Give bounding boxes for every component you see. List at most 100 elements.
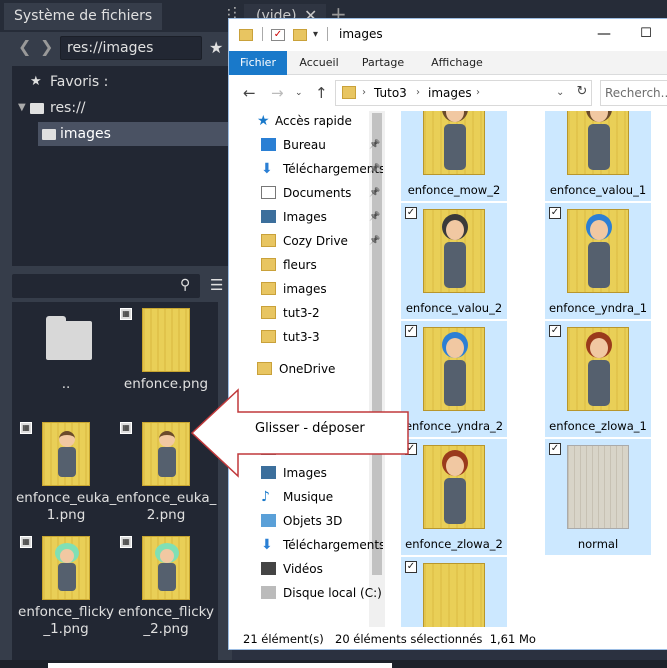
file-item-survol[interactable]: ✓survol (401, 557, 507, 627)
selection-checkbox[interactable]: ✓ (549, 443, 561, 455)
file-item-enfonce-yndra-1[interactable]: ✓ enfonce_yndra_1 (545, 203, 651, 319)
nav-item-onedrive[interactable]: OneDrive (239, 357, 379, 381)
nav-item-label: Vidéos (283, 562, 323, 576)
new-folder-icon[interactable] (293, 29, 307, 41)
character-sprite (55, 429, 79, 481)
nav-item-bureau[interactable]: Bureau 📌 (243, 133, 383, 157)
nav-item-images[interactable]: Images 📌 (243, 205, 383, 229)
folder-icon (239, 29, 253, 41)
file-label: enfonce_euka_ 1.png (16, 490, 117, 523)
file-label: normal (577, 537, 619, 551)
nav-item-tut3-2[interactable]: tut3-2 (243, 301, 383, 325)
file-item-normal[interactable]: ✓ normal (545, 439, 651, 555)
list-view-icon[interactable]: ☰ (210, 276, 223, 294)
up-arrow-icon[interactable]: ↑ (315, 84, 328, 102)
recent-dropdown-icon[interactable]: ⌄ (295, 88, 303, 98)
file-item-enfonce-euka-1[interactable]: ▦ enfonce_euka_ 1.png (16, 416, 116, 528)
chevron-right-icon: › (362, 87, 366, 98)
file-item-enfonce-zlowa-2[interactable]: ✓ enfonce_zlowa_2 (401, 439, 507, 555)
nav-item-images[interactable]: images (243, 277, 383, 301)
folder-icon (261, 258, 276, 271)
image-file-icon: ▦ (20, 422, 32, 434)
file-item-enfonce-valou-1[interactable]: enfonce_valou_1 (545, 111, 651, 201)
tree-item-res-root[interactable]: ▼ res:// (12, 96, 232, 120)
nav-item-tut3-3[interactable]: tut3-3 (243, 325, 383, 349)
quick-access-dropdown-icon[interactable]: ▾ (313, 29, 318, 40)
tab-affichage[interactable]: Affichage (421, 51, 493, 75)
forward-arrow-icon[interactable]: → (271, 84, 284, 102)
selection-checkbox[interactable]: ✓ (549, 207, 561, 219)
character-sprite (582, 332, 616, 408)
selection-checkbox[interactable]: ✓ (405, 207, 417, 219)
image-file-icon: ▦ (120, 308, 132, 320)
file-label: enfonce_mow_2 (407, 183, 501, 197)
thumbnail (567, 327, 629, 411)
filter-input[interactable] (12, 274, 200, 298)
document-icon (261, 186, 276, 199)
properties-icon[interactable]: ✓ (271, 29, 285, 41)
tab-partage[interactable]: Partage (353, 51, 413, 75)
file-item-enfonce-flicky-2[interactable]: ▦ enfonce_flicky _2.png (116, 530, 216, 642)
back-arrow-icon[interactable]: ← (243, 84, 256, 102)
refresh-icon[interactable]: ↻ (572, 80, 592, 106)
nav-item-label: OneDrive (279, 362, 336, 376)
file-item-parent[interactable]: .. (16, 302, 116, 414)
dock-tab-filesystem[interactable]: Système de fichiers (4, 3, 163, 30)
file-item-enfonce-valou-2[interactable]: ✓ enfonce_valou_2 (401, 203, 507, 319)
thumbnail (142, 536, 190, 600)
nav-item-t-l-chargements[interactable]: ⬇ Téléchargements (243, 533, 383, 557)
selection-checkbox[interactable]: ✓ (405, 561, 417, 573)
character-sprite (582, 111, 616, 172)
character-sprite (155, 543, 179, 595)
file-item-enfonce-zlowa-1[interactable]: ✓ enfonce_zlowa_1 (545, 321, 651, 437)
nav-item-disque-local-c-[interactable]: Disque local (C:) (243, 581, 383, 605)
image-file-icon: ▦ (20, 536, 32, 548)
file-item-enfonce-flicky-1[interactable]: ▦ enfonce_flicky _1.png (16, 530, 116, 642)
file-label: enfonce_valou_1 (549, 183, 647, 197)
thumbnail (142, 308, 190, 372)
file-label: enfonce_yndra_1 (548, 301, 648, 315)
file-item-enfonce-mow-2[interactable]: enfonce_mow_2 (401, 111, 507, 201)
bottom-panel-strip (48, 663, 392, 668)
pin-icon: 📌 (369, 212, 381, 222)
nav-item-fleurs[interactable]: fleurs (243, 253, 383, 277)
nav-item-acc-s-rapide[interactable]: ★ Accès rapide (243, 109, 383, 133)
nav-item-label: Objets 3D (283, 514, 343, 528)
breadcrumb-images[interactable]: images (428, 81, 472, 105)
search-input[interactable]: Recherch... (600, 80, 667, 106)
forward-arrow-icon[interactable]: ❯ (40, 38, 53, 56)
path-input[interactable]: res://images (60, 36, 202, 60)
nav-item-vid-os[interactable]: Vidéos (243, 557, 383, 581)
breadcrumb-tuto3[interactable]: Tuto3 (374, 81, 407, 105)
nav-item-t-l-chargements[interactable]: ⬇ Téléchargements 📌 (243, 157, 383, 181)
tree-item-images[interactable]: images (38, 122, 232, 146)
character-sprite (438, 332, 472, 408)
thumbnail (423, 445, 485, 529)
tab-fichier[interactable]: Fichier (229, 51, 287, 75)
nav-item-documents[interactable]: Documents 📌 (243, 181, 383, 205)
chevron-down-icon: ▼ (18, 102, 26, 113)
selection-checkbox[interactable]: ✓ (405, 325, 417, 337)
nav-item-label: Téléchargements (283, 538, 383, 552)
nav-item-cozy-drive[interactable]: Cozy Drive 📌 (243, 229, 383, 253)
favorite-star-icon[interactable]: ★ (209, 38, 223, 57)
selection-checkbox[interactable]: ✓ (549, 325, 561, 337)
folder-icon (261, 306, 276, 319)
chevron-down-icon[interactable]: ⌄ (556, 81, 564, 105)
character-sprite (582, 214, 616, 290)
character-sprite (55, 543, 79, 595)
thumbnail (42, 536, 90, 600)
back-arrow-icon[interactable]: ❮ (18, 38, 31, 56)
nav-item-musique[interactable]: ♪ Musique (243, 485, 383, 509)
address-bar[interactable]: › Tuto3 › images › ⌄ (335, 80, 592, 106)
tree-item-favorites[interactable]: ★ Favoris : (12, 70, 232, 94)
character-sprite (438, 450, 472, 526)
nav-item-objets-3d[interactable]: Objets 3D (243, 509, 383, 533)
maximize-button[interactable]: ☐ (631, 23, 661, 47)
tab-accueil[interactable]: Accueil (291, 51, 347, 75)
file-item-enfonce-yndra-2[interactable]: ✓ enfonce_yndra_2 (401, 321, 507, 437)
minimize-button[interactable]: — (589, 23, 619, 47)
chevron-right-icon: › (416, 87, 420, 98)
video-icon (261, 562, 276, 575)
thumbnail (567, 111, 629, 175)
